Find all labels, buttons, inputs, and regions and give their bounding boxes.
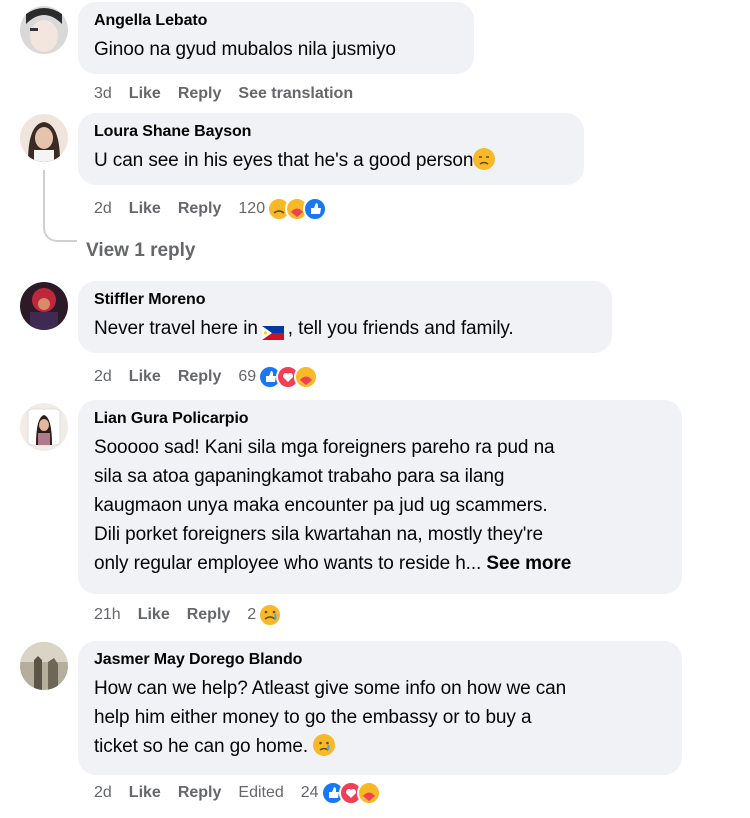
comment-author[interactable]: Stiffler Moreno [94, 290, 596, 310]
comment-time[interactable]: 3d [94, 85, 112, 103]
comment-text-line: sila sa atoa gapaningkamot trabaho para … [94, 466, 505, 487]
reaction-count: 24 [300, 784, 319, 801]
crying-emoji-icon [313, 733, 336, 756]
comment-text-line: Sooooo sad! Kani sila mga foreigners par… [94, 437, 555, 458]
reaction-summary[interactable]: 69 [238, 365, 328, 389]
like-button[interactable]: Like [129, 784, 161, 802]
see-more-link[interactable]: See more [486, 553, 571, 574]
comment-text: Never travel here in , tell you friends a… [94, 314, 596, 343]
reply-button[interactable]: Reply [178, 784, 222, 802]
reaction-summary[interactable]: 120 [238, 197, 337, 221]
comment-text-line: ticket so he can go home. [94, 736, 309, 757]
reaction-icons [258, 603, 283, 627]
comment-text: Ginoo na gyud mubalos nila jusmiyo [94, 39, 396, 60]
edited-label: Edited [238, 784, 284, 801]
like-button[interactable]: Like [129, 200, 161, 218]
comment-actions: 3d Like Reply See translation [94, 83, 370, 105]
reaction-icons [267, 197, 328, 221]
reaction-count: 69 [238, 368, 257, 385]
comment-bubble: Loura Shane Bayson U can see in his eyes… [78, 113, 584, 185]
reaction-count: 120 [238, 200, 266, 217]
comment-author[interactable]: Jasmer May Dorego Blando [94, 650, 666, 670]
comment-text-line: kaugmaon unya maka encounter pa jud ug s… [94, 495, 548, 516]
avatar[interactable] [20, 282, 68, 330]
thread-connector [43, 222, 77, 242]
comment-time[interactable]: 2d [94, 368, 112, 386]
like-button[interactable]: Like [129, 368, 161, 386]
comment-bubble: Jasmer May Dorego Blando How can we help… [78, 641, 682, 775]
comment-bubble: Stiffler Moreno Never travel here in , te… [78, 281, 612, 353]
comment-text-line: only regular employee who wants to resid… [94, 553, 482, 574]
comment-author[interactable]: Angella Lebato [94, 11, 458, 31]
reply-button[interactable]: Reply [178, 368, 222, 386]
reaction-count: 2 [247, 606, 257, 623]
avatar[interactable] [20, 642, 68, 690]
reaction-icons [320, 781, 381, 805]
comment-bubble: Lian Gura Policarpio Sooooo sad! Kani si… [78, 400, 682, 594]
comment-actions: 21h Like Reply 2 [94, 603, 284, 627]
reply-button[interactable]: Reply [178, 85, 222, 103]
view-replies-link[interactable]: View 1 reply [86, 240, 196, 262]
comment-text-start: Never travel here in [94, 318, 258, 339]
comment-text: Sooooo sad! Kani sila mga foreigners par… [94, 433, 666, 578]
like-button[interactable]: Like [138, 606, 170, 624]
avatar[interactable] [20, 6, 68, 54]
comment-text-end: , tell you friends and family. [287, 318, 514, 339]
philippines-flag-icon [261, 320, 284, 340]
disappointed-emoji-icon [473, 147, 496, 170]
reply-button[interactable]: Reply [187, 606, 231, 624]
comment-bubble: Angella Lebato Ginoo na gyud mubalos nil… [78, 2, 474, 74]
see-translation-link[interactable]: See translation [238, 85, 353, 103]
avatar[interactable] [20, 114, 68, 162]
comment-text-content: U can see in his eyes that he's a good p… [94, 150, 474, 171]
comment-time[interactable]: 2d [94, 784, 112, 802]
reaction-summary[interactable]: 2 [247, 603, 284, 627]
comment-text-line: How can we help? Atleast give some info … [94, 678, 567, 699]
comment-text-line: help him either money to go the embassy … [94, 707, 532, 728]
comment-text: U can see in his eyes that he's a good p… [94, 146, 568, 175]
sad-reaction-icon [258, 603, 283, 627]
comment-text: How can we help? Atleast give some info … [94, 674, 666, 761]
comment-time[interactable]: 2d [94, 200, 112, 218]
thread-line [43, 170, 45, 222]
comment-author[interactable]: Loura Shane Bayson [94, 122, 568, 142]
reaction-summary[interactable]: 24 [301, 781, 391, 805]
comment-actions: 2d Like Reply 69 [94, 365, 328, 389]
avatar[interactable] [20, 403, 68, 451]
comment-author[interactable]: Lian Gura Policarpio [94, 409, 666, 429]
reply-button[interactable]: Reply [178, 200, 222, 218]
reaction-icons [258, 365, 319, 389]
comment-actions: 2d Like Reply Edited 24 [94, 781, 391, 805]
like-button[interactable]: Like [129, 85, 161, 103]
comment-actions: 2d Like Reply 120 [94, 197, 337, 221]
comment-text-line: Dili porket foreigners sila kwartahan na… [94, 524, 543, 545]
comment-time[interactable]: 21h [94, 606, 121, 624]
